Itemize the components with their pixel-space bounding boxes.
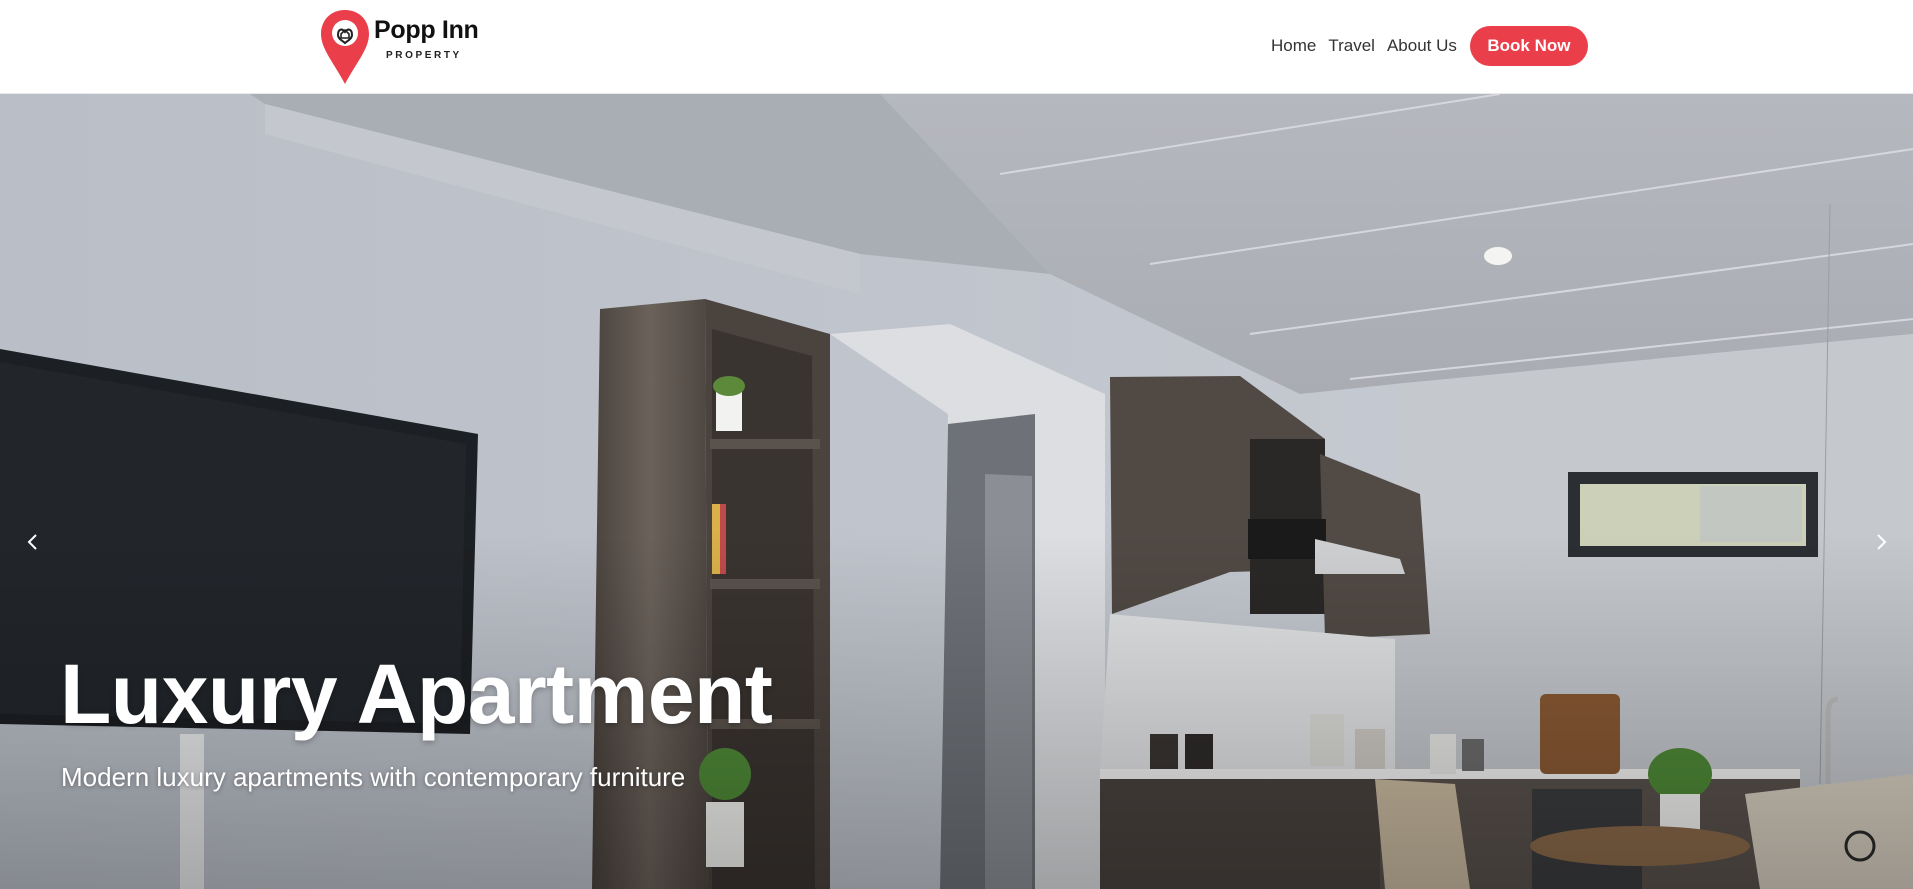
brand-logo[interactable]: Popp Inn PROPERTY bbox=[320, 8, 479, 86]
nav-about-us-link[interactable]: About Us bbox=[1387, 36, 1457, 56]
nav-home-link[interactable]: Home bbox=[1271, 36, 1316, 56]
book-now-button[interactable]: Book Now bbox=[1469, 26, 1588, 66]
main-nav: Home Travel About Us Book Now bbox=[1271, 26, 1588, 66]
hero-subtitle: Modern luxury apartments with contempora… bbox=[61, 762, 686, 792]
slider-prev-button[interactable] bbox=[15, 524, 51, 560]
brand-name: Popp Inn bbox=[374, 16, 479, 44]
chevron-right-icon bbox=[1877, 534, 1887, 550]
hero-slider: Luxury Apartment Modern luxury apartment… bbox=[0, 94, 1913, 889]
hero-title: Luxury Apartment bbox=[60, 647, 773, 741]
location-pin-logo-icon bbox=[321, 10, 369, 84]
site-header: Popp Inn PROPERTY Home Travel About Us B… bbox=[0, 0, 1913, 94]
brand-subtitle: PROPERTY bbox=[386, 50, 462, 61]
chevron-left-icon bbox=[27, 534, 37, 550]
nav-travel-link[interactable]: Travel bbox=[1328, 36, 1375, 56]
slider-next-button[interactable] bbox=[1863, 524, 1899, 560]
